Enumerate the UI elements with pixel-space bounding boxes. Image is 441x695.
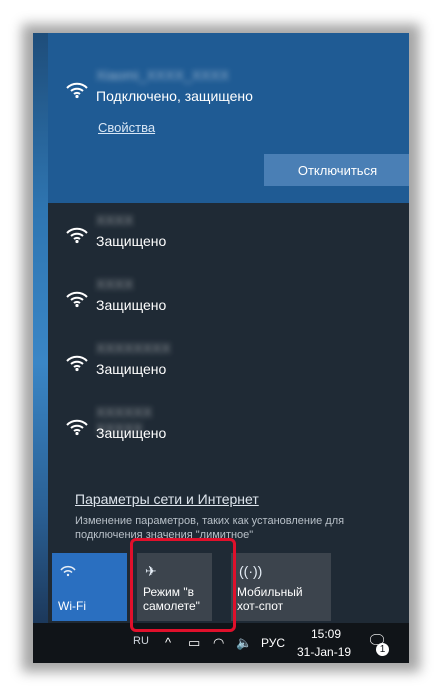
network-status: Защищено xyxy=(96,361,167,377)
network-row[interactable]: XXXXXX XXXXX Защищено xyxy=(48,404,394,468)
network-status: Защищено xyxy=(96,233,167,249)
wifi-secured-icon xyxy=(66,291,88,308)
airplane-mode-highlight xyxy=(130,538,236,632)
network-status: Защищено xyxy=(96,425,167,441)
wifi-tile[interactable]: Wi-Fi xyxy=(52,553,127,621)
clock-date[interactable]: 31-Jan-19 xyxy=(297,645,351,659)
mobile-hotspot-tile[interactable]: ((·)) Мобильный хот-спот xyxy=(231,553,331,621)
wifi-secured-icon xyxy=(66,419,88,436)
connected-network-panel[interactable]: Xiaomi_XXXX_XXXX Подключено, защищено Св… xyxy=(48,33,409,203)
network-row[interactable]: XXXX Защищено xyxy=(48,276,394,340)
disconnect-button[interactable]: Отключиться xyxy=(264,154,409,186)
properties-link[interactable]: Свойства xyxy=(98,120,155,135)
wifi-icon xyxy=(60,565,76,577)
network-row[interactable]: XXXXXXXX Защищено xyxy=(48,340,394,404)
chevron-up-icon[interactable]: ^ xyxy=(165,635,171,650)
network-row-partial[interactable] xyxy=(48,468,394,480)
network-row[interactable]: XXXX Защищено xyxy=(48,212,394,276)
wifi-secured-icon xyxy=(66,227,88,244)
notification-badge: 1 xyxy=(376,643,389,656)
clock-time[interactable]: 15:09 xyxy=(311,627,341,641)
network-name: XXXXXXXX xyxy=(96,340,171,356)
input-language-small[interactable]: RU xyxy=(133,635,149,647)
hotspot-label-line1: Мобильный xyxy=(237,585,303,599)
hotspot-label-line2: хот-спот xyxy=(237,599,284,613)
mobile-hotspot-label: Мобильный хот-спот xyxy=(237,585,303,613)
wifi-icon xyxy=(66,82,88,99)
input-language[interactable]: РУС xyxy=(261,636,285,650)
network-name: Xiaomi_XXXX_XXXX xyxy=(96,67,230,83)
volume-icon[interactable]: 🔈 xyxy=(236,635,252,651)
wifi-secured-icon xyxy=(66,355,88,372)
network-settings-link[interactable]: Параметры сети и Интернет xyxy=(75,491,259,507)
wifi-tile-label: Wi-Fi xyxy=(58,599,86,613)
network-name: XXXX xyxy=(96,276,134,292)
network-flyout: Xiaomi_XXXX_XXXX Подключено, защищено Св… xyxy=(48,33,409,623)
network-status: Защищено xyxy=(96,297,167,313)
battery-icon[interactable]: ▭ xyxy=(188,635,200,651)
network-status: Подключено, защищено xyxy=(96,88,253,104)
wifi-tray-icon[interactable]: ◠ xyxy=(213,635,224,651)
hotspot-icon: ((·)) xyxy=(239,563,263,579)
network-name: XXXXXX XXXXX xyxy=(96,404,153,436)
wifi-icon xyxy=(64,476,90,480)
network-name: XXXX xyxy=(96,212,134,228)
